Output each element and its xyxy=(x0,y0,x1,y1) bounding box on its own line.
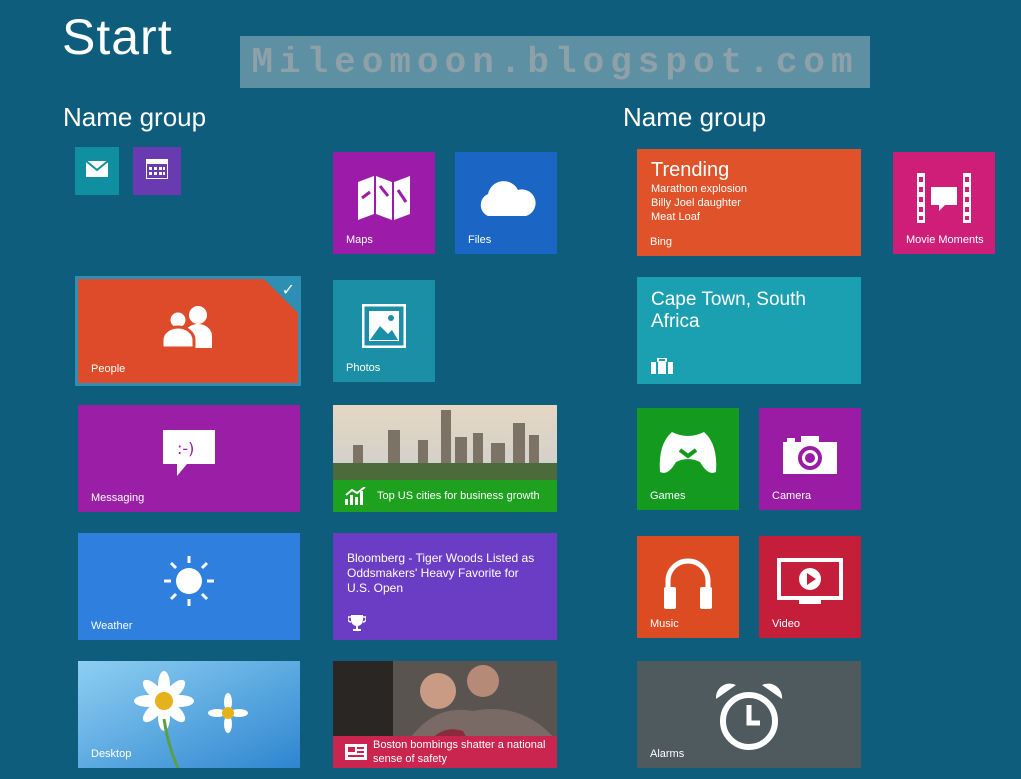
calendar-tile[interactable] xyxy=(133,147,181,195)
news-headline: Boston bombings shatter a national sense… xyxy=(373,739,546,765)
files-label: Files xyxy=(468,234,492,246)
desktop-label: Desktop xyxy=(91,748,132,760)
people-icon xyxy=(160,305,212,348)
mail-icon xyxy=(86,160,108,177)
bing-label: Bing xyxy=(650,236,673,248)
movie-moments-tile[interactable]: Movie Moments xyxy=(893,152,995,254)
music-label: Music xyxy=(650,618,679,630)
maps-icon xyxy=(358,175,410,220)
weather-label: Weather xyxy=(91,620,133,632)
desktop-tile[interactable]: Desktop xyxy=(78,661,300,768)
suitcase-icon xyxy=(651,358,673,374)
movie-moments-label: Movie Moments xyxy=(906,234,984,246)
headphones-icon xyxy=(664,558,712,609)
music-tile[interactable]: Music xyxy=(637,536,739,638)
trending-item: Meat Loaf xyxy=(651,211,700,223)
people-label: People xyxy=(91,363,126,375)
alarm-icon xyxy=(715,683,783,750)
maps-tile[interactable]: Maps xyxy=(333,152,435,254)
games-tile[interactable]: Games xyxy=(637,408,739,510)
bing-tile[interactable]: Trending Marathon explosion Billy Joel d… xyxy=(637,149,861,256)
newspaper-icon xyxy=(345,744,367,760)
camera-tile[interactable]: Camera xyxy=(759,408,861,510)
sun-icon xyxy=(164,556,214,607)
travel-destination: Cape Town, South Africa xyxy=(651,289,806,332)
chart-icon xyxy=(345,487,366,505)
start-title: Start xyxy=(62,9,173,65)
camera-label: Camera xyxy=(772,490,812,502)
camera-icon xyxy=(783,435,837,474)
alarms-tile[interactable]: Alarms xyxy=(637,661,861,768)
trophy-icon xyxy=(348,615,366,631)
messaging-tile[interactable]: :-) Messaging xyxy=(78,405,300,512)
weather-tile[interactable]: Weather xyxy=(78,533,300,640)
travel-tile[interactable]: Cape Town, South Africa xyxy=(637,277,861,384)
video-tile[interactable]: Video xyxy=(759,536,861,638)
sports-headline: Bloomberg - Tiger Woods Listed as Oddsma… xyxy=(347,551,535,595)
cloud-icon xyxy=(480,181,536,216)
news-band: Boston bombings shatter a national sense… xyxy=(333,736,557,768)
video-icon xyxy=(777,557,843,604)
alarms-label: Alarms xyxy=(650,748,685,760)
bing-title: Trending xyxy=(651,159,730,181)
finance-band: Top US cities for business growth xyxy=(333,480,557,512)
people-tile[interactable]: People ✓ xyxy=(75,276,301,386)
calendar-icon xyxy=(146,158,168,179)
files-tile[interactable]: Files xyxy=(455,152,557,254)
games-label: Games xyxy=(650,490,686,502)
bing-trending-list: Marathon explosion Billy Joel daughter M… xyxy=(651,182,747,224)
message-icon: :-) xyxy=(163,430,215,477)
news-tile[interactable]: Boston bombings shatter a national sense… xyxy=(333,661,557,768)
trending-item: Billy Joel daughter xyxy=(651,197,741,209)
watermark: Mileomoon.blogspot.com xyxy=(240,36,870,88)
photos-tile[interactable]: Photos xyxy=(333,280,435,382)
photo-icon xyxy=(362,303,406,348)
trending-item: Marathon explosion xyxy=(651,183,748,195)
photos-label: Photos xyxy=(346,362,381,374)
finance-headline: Top US cities for business growth xyxy=(377,490,540,502)
messaging-label: Messaging xyxy=(91,492,145,504)
finance-tile[interactable]: Top US cities for business growth xyxy=(333,405,557,512)
gamepad-icon xyxy=(659,431,717,473)
maps-label: Maps xyxy=(346,234,373,246)
group-label-right[interactable]: Name group xyxy=(623,102,766,133)
mail-tile[interactable] xyxy=(75,147,119,195)
film-icon xyxy=(917,172,971,223)
sports-tile[interactable]: Bloomberg - Tiger Woods Listed as Oddsma… xyxy=(333,533,557,640)
video-label: Video xyxy=(772,618,800,630)
checkmark-icon: ✓ xyxy=(281,282,295,299)
svg-text::-): :-) xyxy=(177,439,194,458)
group-label-left[interactable]: Name group xyxy=(63,102,206,133)
